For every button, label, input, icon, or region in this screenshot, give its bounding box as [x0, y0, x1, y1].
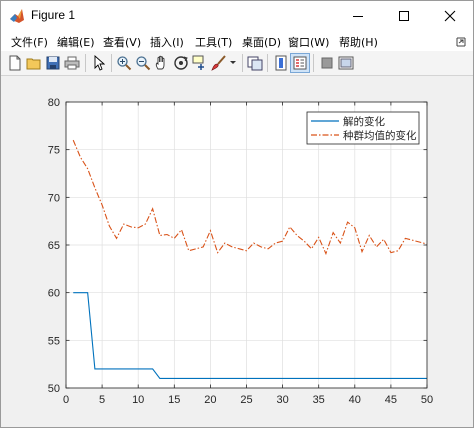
- x-tick-label: 45: [385, 394, 397, 406]
- window-title: Figure 1: [31, 8, 76, 22]
- x-tick-label: 15: [168, 394, 180, 406]
- x-tick-label: 40: [349, 394, 361, 406]
- zoom-out-icon: [136, 56, 151, 71]
- brush-dropdown-button[interactable]: [228, 54, 238, 72]
- show-plot-tools-icon: [338, 56, 354, 70]
- toolbar-separator: [242, 54, 243, 72]
- toolbar-separator: [313, 54, 314, 72]
- zoom-out-button[interactable]: [134, 54, 152, 72]
- menu-tools[interactable]: 工具(T): [195, 34, 232, 50]
- open-file-icon: [26, 58, 41, 70]
- dock-arrow-icon[interactable]: [455, 35, 467, 47]
- menu-window[interactable]: 窗口(W): [288, 34, 329, 50]
- menu-help[interactable]: 帮助(H): [339, 34, 378, 50]
- toolbar-separator: [111, 54, 112, 72]
- x-tick-label: 0: [63, 394, 69, 406]
- line-chart[interactable]: 0 5 10 15 20 25 30 35 40 45 50 50 55 60 65 70 75 80 解的变化 …: [1, 76, 473, 427]
- minimize-icon: [353, 16, 363, 17]
- zoom-in-button[interactable]: [115, 54, 133, 72]
- brush-dropdown-icon: [230, 61, 236, 64]
- menu-insert[interactable]: 插入(I): [150, 34, 184, 50]
- menu-view[interactable]: 查看(V): [103, 34, 141, 50]
- data-cursor-button[interactable]: [191, 54, 209, 72]
- rotate-3d-button[interactable]: [172, 54, 190, 72]
- brush-icon: [211, 55, 226, 71]
- select-pointer-icon: [94, 55, 105, 71]
- legend-label-solution: 解的变化: [343, 115, 385, 128]
- zoom-in-icon: [117, 56, 132, 71]
- figure-toolbar: [1, 51, 473, 76]
- data-cursor-icon: [192, 55, 204, 70]
- maximize-button[interactable]: [381, 1, 427, 31]
- y-tick-label: 60: [48, 288, 60, 300]
- maximize-icon: [399, 11, 409, 21]
- save-icon: [46, 56, 60, 70]
- x-tick-label: 25: [240, 394, 252, 406]
- y-tick-label: 80: [48, 97, 60, 109]
- close-icon: [444, 10, 456, 22]
- hide-plot-tools-button[interactable]: [318, 54, 336, 72]
- minimize-button[interactable]: [335, 1, 381, 31]
- title-bar[interactable]: Figure 1: [1, 1, 473, 31]
- insert-legend-icon: [293, 56, 307, 70]
- close-button[interactable]: [427, 1, 473, 31]
- link-plot-button[interactable]: [246, 54, 264, 72]
- y-tick-label: 70: [48, 192, 60, 204]
- insert-colorbar-button[interactable]: [272, 54, 290, 72]
- print-button[interactable]: [63, 54, 81, 72]
- y-tick-label: 75: [48, 145, 60, 157]
- menu-file[interactable]: 文件(F): [11, 34, 48, 50]
- brush-button[interactable]: [210, 54, 228, 72]
- toolbar-separator: [85, 54, 86, 72]
- x-tick-label: 20: [204, 394, 216, 406]
- y-tick-label: 55: [48, 335, 60, 347]
- figure-canvas[interactable]: 0 5 10 15 20 25 30 35 40 45 50 50 55 60 65 70 75 80 解的变化 …: [1, 76, 473, 427]
- x-tick-label: 50: [421, 394, 433, 406]
- x-tick-label: 35: [313, 394, 325, 406]
- figure-window: Figure 1 文件(F) 编辑(E) 查看(V) 插入(I) 工具(T) 桌…: [0, 0, 474, 428]
- legend[interactable]: 解的变化 种群均值的变化: [306, 111, 420, 145]
- show-plot-tools-button[interactable]: [337, 54, 355, 72]
- menu-bar: 文件(F) 编辑(E) 查看(V) 插入(I) 工具(T) 桌面(D) 窗口(W…: [1, 31, 473, 51]
- x-tick-label: 30: [276, 394, 288, 406]
- x-tick-label: 5: [99, 394, 105, 406]
- x-tick-label: 10: [132, 394, 144, 406]
- y-tick-label: 65: [48, 240, 60, 252]
- toolbar-separator: [267, 54, 268, 72]
- legend-label-mean: 种群均值的变化: [343, 129, 417, 142]
- print-icon: [64, 56, 80, 70]
- rotate-3d-icon: [174, 56, 188, 70]
- select-pointer-button[interactable]: [90, 54, 108, 72]
- new-figure-icon: [9, 55, 21, 71]
- save-button[interactable]: [44, 54, 62, 72]
- pan-hand-button[interactable]: [153, 54, 171, 72]
- pan-hand-icon: [155, 55, 165, 70]
- new-figure-button[interactable]: [6, 54, 24, 72]
- y-tick-label: 50: [48, 383, 60, 395]
- insert-legend-button[interactable]: [290, 53, 310, 73]
- menu-edit[interactable]: 编辑(E): [57, 34, 95, 50]
- insert-colorbar-icon: [275, 55, 287, 71]
- matlab-logo-icon: [10, 9, 24, 23]
- link-plot-icon: [247, 56, 263, 71]
- menu-desktop[interactable]: 桌面(D): [242, 34, 281, 50]
- hide-plot-tools-icon: [321, 57, 333, 69]
- open-file-button[interactable]: [25, 54, 43, 72]
